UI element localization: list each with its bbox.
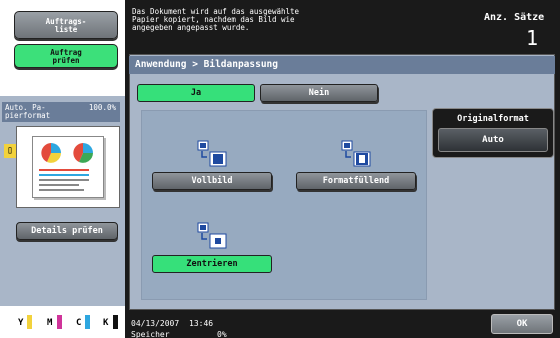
check-job-button[interactable]: Auftrag prüfen (14, 44, 118, 68)
date: 04/13/2007 (131, 319, 180, 328)
toner-k-level (113, 315, 118, 329)
time: 13:46 (189, 319, 214, 328)
yes-toggle-button[interactable]: Ja (137, 84, 255, 102)
paper-label: Auto. Pa- pierformat (5, 103, 51, 120)
paper-info: Auto. Pa- pierformat 100.0% (2, 102, 120, 122)
preview-pie-charts-icon (39, 143, 93, 191)
copy-count-icon: ▯ (4, 144, 16, 158)
toner-c-level (85, 315, 90, 329)
toner-k-label: K (103, 318, 109, 328)
center-button[interactable]: Zentrieren (152, 255, 272, 273)
full-image-icon (197, 140, 227, 167)
details-button[interactable]: Details prüfen (16, 222, 118, 240)
center-image-icon (197, 222, 227, 249)
toner-c-label: C (76, 318, 82, 328)
original-format-button[interactable]: Auto (438, 128, 548, 152)
toner-m-label: M (47, 318, 53, 328)
sets-label: Anz. Sätze (484, 12, 545, 23)
toner-y-level (27, 315, 32, 329)
toner-y-label: Y (18, 318, 24, 328)
no-toggle-button[interactable]: Nein (260, 84, 378, 102)
info-message: Das Dokument wird auf das ausgewählte Pa… (132, 7, 300, 32)
fit-format-button[interactable]: Formatfüllend (296, 172, 416, 190)
ok-button[interactable]: OK (491, 314, 553, 334)
toner-m-level (57, 315, 62, 329)
breadcrumb: Anwendung > Bildanpassung (129, 56, 555, 74)
sets-value: 1 (526, 26, 539, 50)
full-image-button[interactable]: Vollbild (152, 172, 272, 190)
zoom-value: 100.0% (88, 103, 116, 112)
memory-value: 0% (217, 330, 227, 338)
fit-format-icon (341, 140, 371, 167)
job-list-button[interactable]: Auftrags- liste (14, 11, 118, 39)
memory-label: Speicher (131, 330, 170, 338)
preview-page (32, 136, 104, 198)
original-format-label: Originalformat (457, 114, 529, 124)
